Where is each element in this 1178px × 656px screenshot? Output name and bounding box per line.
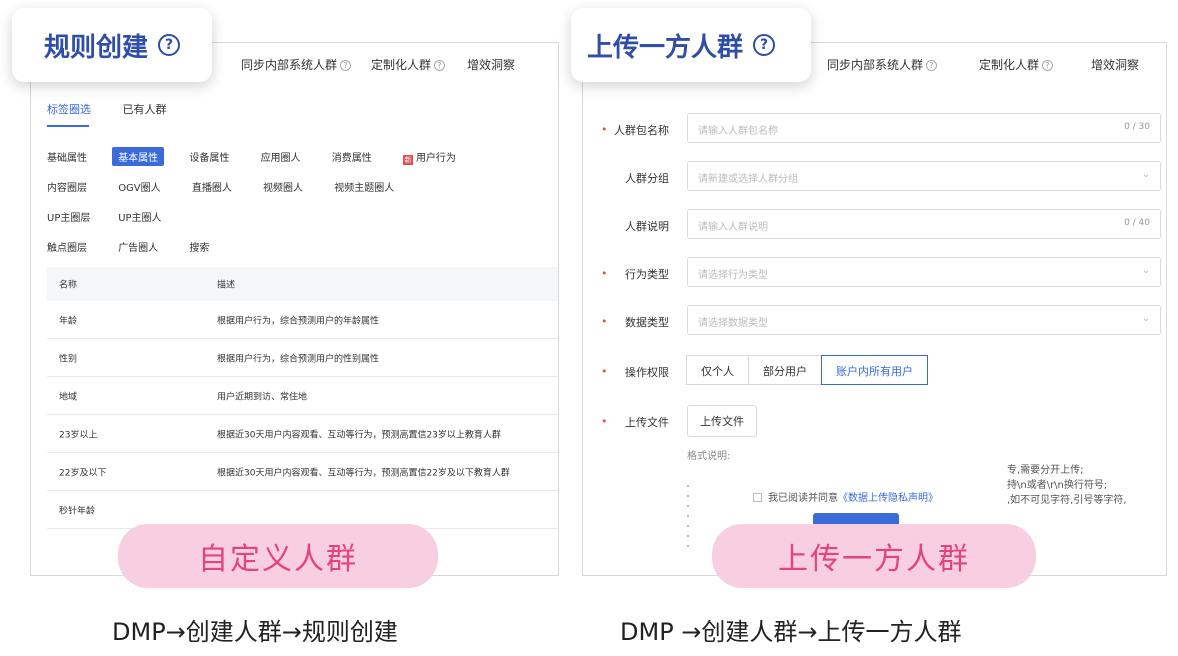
new-badge-icon: 新: [402, 155, 413, 165]
required-mark: •: [601, 267, 608, 280]
custom-crowd-pill: 自定义人群: [118, 524, 438, 588]
filter-device-attr[interactable]: 设备属性: [183, 147, 235, 166]
table-row[interactable]: 22岁及以下 根据近30天用户内容观看、互动等行为，预测高置信22岁及以下教育人群: [47, 453, 558, 491]
filter-app-crowd[interactable]: 应用圈人: [255, 147, 307, 166]
help-icon: ?: [434, 60, 446, 71]
nav-sync-internal[interactable]: 同步内部系统人群?: [827, 56, 938, 73]
nav-insight[interactable]: 增效洞察: [467, 56, 515, 73]
required-mark: •: [601, 415, 608, 428]
privacy-link[interactable]: 《数据上传隐私声明》: [838, 493, 938, 504]
filter-row-up: UP主圈层 UP主圈人: [47, 207, 184, 226]
crowd-name-input[interactable]: 请输入人群包名称 0 / 30: [687, 113, 1161, 143]
nav-sync-internal[interactable]: 同步内部系统人群?: [241, 56, 352, 73]
filter-video-topic[interactable]: 视频主题圈人: [328, 177, 400, 196]
table-row[interactable]: 性别 根据用户行为，综合预测用户的性别属性: [47, 339, 558, 377]
perm-partial-users[interactable]: 部分用户: [748, 355, 822, 385]
tag-table: 名称 描述 年龄 根据用户行为，综合预测用户的年龄属性 性别 根据用户行为，综合预测…: [47, 267, 558, 529]
required-mark: •: [601, 365, 608, 378]
nav-insight[interactable]: 增效洞察: [1091, 56, 1139, 73]
form-row-desc: 人群说明 请输入人群说明 0 / 40: [583, 209, 1166, 243]
filter-up-crowd[interactable]: UP主圈人: [112, 207, 167, 226]
tab-tag-select[interactable]: 标签圈选: [47, 103, 91, 116]
help-icon: ?: [753, 34, 776, 56]
form-row-datatype: • 数据类型 请选择数据类型 ⌄: [583, 305, 1166, 339]
crowd-group-select[interactable]: 请新建或选择人群分组 ⌄: [687, 161, 1161, 191]
help-icon: ?: [340, 60, 352, 71]
right-caption: DMP →创建人群→上传一方人群: [620, 618, 962, 646]
upload-crowd-panel: 同步内部系统人群? 定制化人群? 增效洞察 • 人群包名称 请输入人群包名称 0 …: [582, 42, 1167, 576]
filter-row-touch: 触点圈层 广告圈人 搜索: [47, 237, 231, 256]
nav-custom-crowd[interactable]: 定制化人群?: [979, 56, 1054, 73]
form-row-upload: • 上传文件 上传文件: [583, 405, 1166, 439]
filter-basic-attr[interactable]: 基本属性: [112, 147, 165, 166]
filter-live[interactable]: 直播圈人: [186, 177, 238, 196]
left-caption: DMP→创建人群→规则创建: [112, 618, 398, 646]
format-notes: 专,需要分开上传; 持\n或者\r\n换行符号; ,如不可见字符,引号等字符,: [1007, 465, 1127, 506]
help-icon: ?: [158, 34, 181, 56]
filter-user-behavior[interactable]: 新用户行为: [397, 147, 462, 167]
perm-personal[interactable]: 仅个人: [686, 355, 749, 385]
chevron-down-icon: ⌄: [1141, 313, 1150, 324]
crowd-desc-input[interactable]: 请输入人群说明 0 / 40: [687, 209, 1161, 239]
table-row[interactable]: 年龄 根据用户行为，综合预测用户的年龄属性: [47, 301, 558, 339]
perm-all-users[interactable]: 账户内所有用户: [821, 355, 928, 385]
tab-underline: [47, 125, 89, 127]
filter-ad-crowd[interactable]: 广告圈人: [112, 237, 164, 256]
form-row-group: 人群分组 请新建或选择人群分组 ⌄: [583, 161, 1166, 195]
required-mark: •: [601, 123, 608, 136]
required-mark: •: [601, 315, 608, 328]
form-row-permission: • 操作权限 仅个人 部分用户 账户内所有用户: [583, 355, 1166, 389]
upload-crowd-title: 上传一方人群?: [571, 8, 811, 82]
upload-crowd-pill: 上传一方人群: [712, 524, 1036, 588]
help-icon: ?: [926, 60, 938, 71]
filter-consume-attr[interactable]: 消费属性: [326, 147, 378, 166]
filter-ogv[interactable]: OGV圈人: [112, 177, 166, 196]
form-row-behavior: • 行为类型 请选择行为类型 ⌄: [583, 257, 1166, 291]
rule-create-title: 规则创建?: [12, 8, 212, 82]
privacy-agreement: 我已阅读并同意《数据上传隐私声明》: [753, 489, 938, 504]
table-row[interactable]: 23岁以上 根据近30天用户内容观看、互动等行为，预测高置信23岁以上教育人群: [47, 415, 558, 453]
form-row-name: • 人群包名称 请输入人群包名称 0 / 30: [583, 113, 1166, 147]
format-list-bullets: [687, 485, 689, 555]
agree-checkbox[interactable]: [753, 493, 762, 502]
rule-create-panel: 同步内部系统人群? 定制化人群? 增效洞察 标签圈选 已有人群 基础属性 基本属…: [30, 42, 559, 576]
filter-video[interactable]: 视频圈人: [257, 177, 309, 196]
format-label: 格式说明:: [687, 451, 731, 462]
left-tabs: 标签圈选 已有人群: [47, 101, 195, 117]
filter-row-basic: 基础属性 基本属性 设备属性 应用圈人 消费属性 新用户行为: [47, 147, 478, 167]
tab-existing-crowd[interactable]: 已有人群: [123, 103, 167, 116]
table-header: 名称 描述: [47, 267, 558, 301]
help-icon: ?: [1042, 60, 1054, 71]
filter-row-content: 内容圈层 OGV圈人 直播圈人 视频圈人 视频主题圈人: [47, 177, 416, 196]
filter-search[interactable]: 搜索: [183, 237, 215, 256]
behavior-type-select[interactable]: 请选择行为类型 ⌄: [687, 257, 1161, 287]
chevron-down-icon: ⌄: [1141, 169, 1150, 180]
chevron-down-icon: ⌄: [1141, 265, 1150, 276]
data-type-select[interactable]: 请选择数据类型 ⌄: [687, 305, 1161, 335]
nav-custom-crowd[interactable]: 定制化人群?: [371, 56, 446, 73]
permission-segmented: 仅个人 部分用户 账户内所有用户: [686, 355, 928, 385]
table-row[interactable]: 地域 用户近期到访、常住地: [47, 377, 558, 415]
upload-file-button[interactable]: 上传文件: [687, 405, 757, 437]
